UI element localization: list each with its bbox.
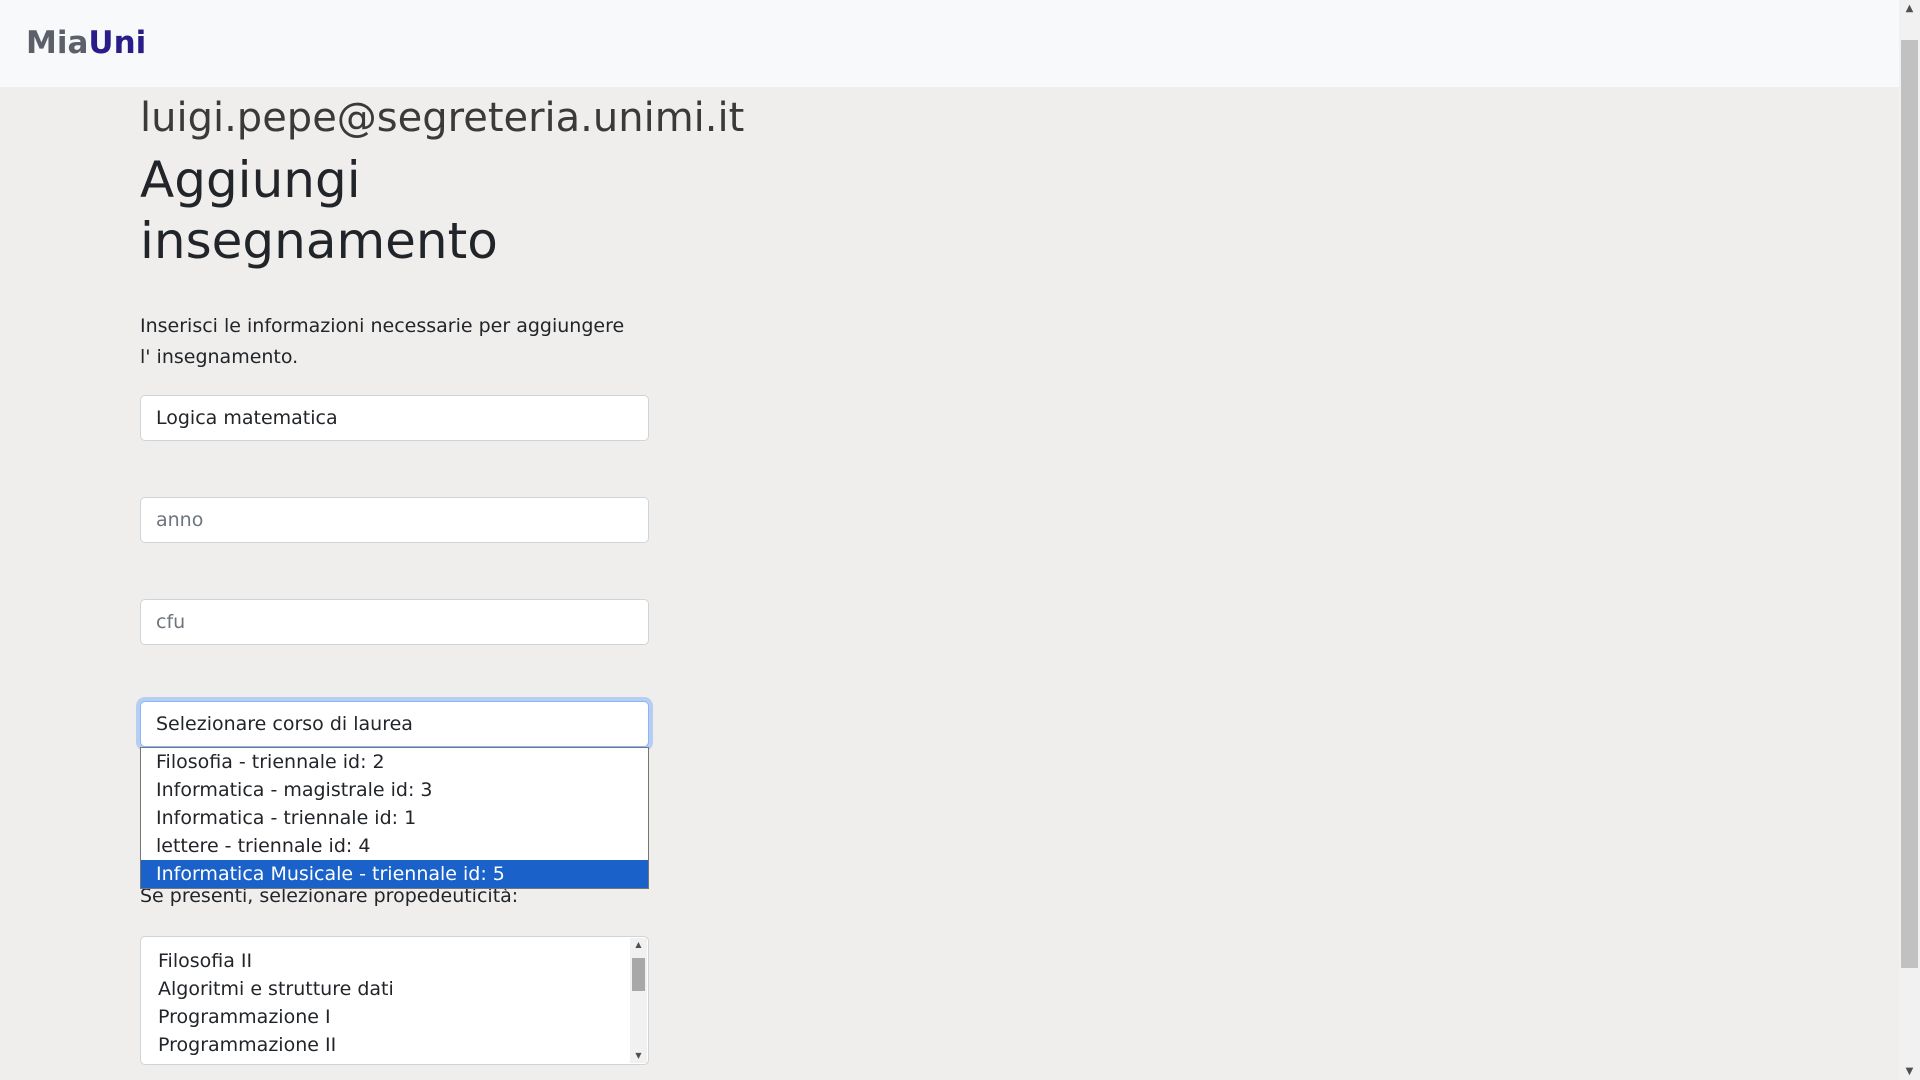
dropdown-option[interactable]: Filosofia - triennale id: 2 xyxy=(141,748,648,776)
arrow-down-icon[interactable]: ▼ xyxy=(630,1049,647,1063)
cfu-input[interactable] xyxy=(140,599,649,645)
page-title: Aggiungi insegnamento xyxy=(140,151,498,270)
page-scrollbar-thumb[interactable] xyxy=(1901,40,1918,968)
dropdown-option[interactable]: Informatica - triennale id: 1 xyxy=(141,804,648,832)
dropdown-option[interactable]: Informatica - magistrale id: 3 xyxy=(141,776,648,804)
dropdown-option[interactable]: lettere - triennale id: 4 xyxy=(141,832,648,860)
navbar: MiaUni xyxy=(0,0,1899,87)
listbox-scrollbar-thumb[interactable] xyxy=(632,958,645,991)
anno-input[interactable] xyxy=(140,497,649,543)
intro-text: Inserisci le informazioni necessarie per… xyxy=(140,315,625,368)
arrow-up-icon[interactable]: ▲ xyxy=(630,938,647,952)
arrow-down-icon[interactable]: ▼ xyxy=(1899,1063,1920,1080)
user-email: luigi.pepe@segreteria.unimi.it xyxy=(140,95,745,141)
page-scrollbar[interactable]: ▲ ▼ xyxy=(1899,0,1920,1080)
corso-laurea-dropdown: Filosofia - triennale id: 2 Informatica … xyxy=(140,747,649,889)
list-item[interactable]: Algoritmi e strutture dati xyxy=(158,975,394,1003)
brand-part-mia: Mia xyxy=(26,25,89,61)
arrow-up-icon[interactable]: ▲ xyxy=(1899,0,1920,17)
brand-logo[interactable]: MiaUni xyxy=(26,24,146,62)
dropdown-option-highlighted[interactable]: Informatica Musicale - triennale id: 5 xyxy=(141,860,648,888)
list-item[interactable]: Filosofia II xyxy=(158,947,394,975)
list-item[interactable]: Programmazione II xyxy=(158,1031,394,1059)
corso-laurea-select[interactable]: Selezionare corso di laurea xyxy=(140,701,649,747)
list-item[interactable]: Programmazione I xyxy=(158,1003,394,1031)
propedeuticita-listbox[interactable]: Filosofia II Algoritmi e strutture dati … xyxy=(140,936,649,1065)
brand-part-uni: Uni xyxy=(88,25,147,61)
nome-input[interactable] xyxy=(140,395,649,441)
listbox-scrollbar[interactable]: ▲ ▼ xyxy=(630,938,647,1063)
